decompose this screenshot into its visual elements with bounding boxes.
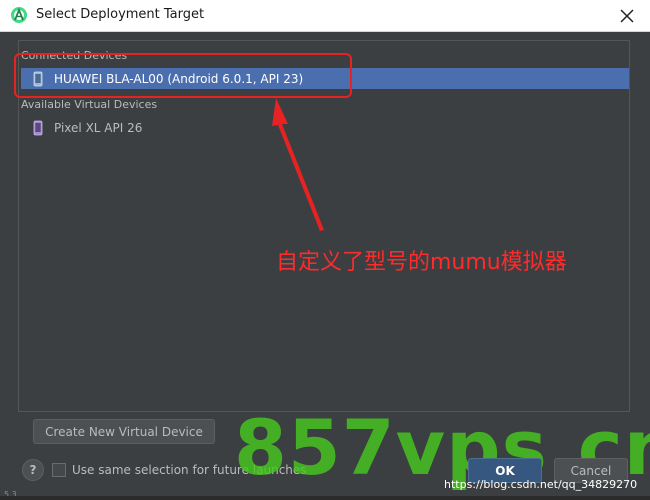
create-virtual-device-button[interactable]: Create New Virtual Device — [33, 419, 215, 444]
help-button[interactable]: ? — [22, 459, 44, 481]
android-studio-icon — [11, 7, 27, 23]
annotation-text: 自定义了型号的mumu模拟器 — [276, 250, 567, 275]
remember-selection-checkbox[interactable] — [52, 463, 66, 477]
close-icon — [620, 9, 634, 23]
annotation-highlight-box — [14, 53, 352, 98]
title-bar: Select Deployment Target — [0, 0, 650, 32]
window-title: Select Deployment Target — [36, 7, 205, 22]
url-watermark: https://blog.csdn.net/qq_34829270 — [444, 478, 638, 491]
virtual-devices-header: Available Virtual Devices — [21, 98, 158, 111]
annotation-arrow — [272, 98, 324, 231]
device-label: Pixel XL API 26 — [54, 120, 143, 135]
close-button[interactable] — [610, 2, 644, 30]
bottom-edge — [0, 496, 650, 500]
avd-phone-icon — [33, 120, 43, 135]
